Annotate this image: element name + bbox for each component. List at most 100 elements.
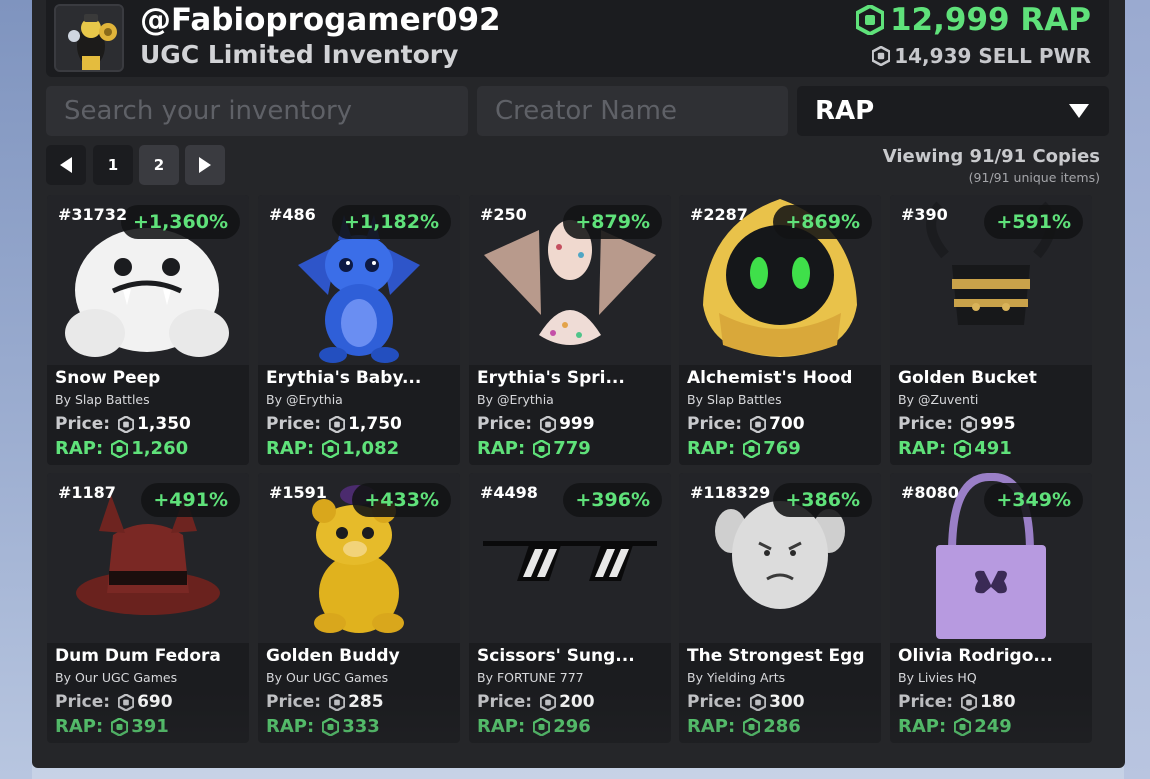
item-card[interactable]: #4498 +396% Scissors' Sung... By FORTUNE… bbox=[469, 473, 671, 743]
price-label: Price: bbox=[266, 692, 322, 712]
previous-page-button[interactable] bbox=[46, 145, 86, 185]
robux-icon bbox=[540, 693, 557, 711]
robux-icon bbox=[322, 717, 340, 736]
item-serial: #486 bbox=[269, 205, 316, 224]
item-serial: #118329 bbox=[690, 483, 771, 502]
rap-value: 491 bbox=[974, 438, 1012, 459]
price-value: 1,350 bbox=[137, 414, 191, 434]
robux-icon bbox=[743, 717, 761, 736]
item-rap: RAP: 1,260 bbox=[55, 438, 188, 459]
item-name: Erythia's Baby... bbox=[266, 368, 422, 388]
robux-icon bbox=[111, 439, 129, 458]
item-card[interactable]: #1591 +433% Golden Buddy By Our UGC Game… bbox=[258, 473, 460, 743]
item-name: Golden Buddy bbox=[266, 646, 400, 666]
item-name: Olivia Rodrigo... bbox=[898, 646, 1053, 666]
item-card[interactable]: #31732 +1,360% Snow Peep By Slap Battles… bbox=[47, 195, 249, 465]
item-creator: By Our UGC Games bbox=[266, 670, 389, 685]
item-card[interactable]: #8080 +349% Olivia Rodrigo... By Livies … bbox=[890, 473, 1092, 743]
avatar[interactable] bbox=[54, 4, 124, 72]
item-price: Price: 1,750 bbox=[266, 414, 402, 434]
price-value: 995 bbox=[980, 414, 1016, 434]
rap-label: RAP: bbox=[898, 438, 947, 459]
item-creator: By Yielding Arts bbox=[687, 670, 786, 685]
item-rap: RAP: 1,082 bbox=[266, 438, 399, 459]
item-card[interactable]: #250 +879% Erythia's Spri... By @Erythia… bbox=[469, 195, 671, 465]
rap-label: RAP: bbox=[477, 716, 526, 737]
item-creator: By FORTUNE 777 bbox=[477, 670, 584, 685]
background-right bbox=[1124, 0, 1150, 779]
item-name: Golden Bucket bbox=[898, 368, 1037, 388]
background-left bbox=[0, 0, 32, 779]
item-creator: By Our UGC Games bbox=[55, 670, 178, 685]
item-rap: RAP: 249 bbox=[898, 716, 1012, 737]
inventory-header: @Fabioprogamer092 UGC Limited Inventory … bbox=[46, 0, 1109, 77]
item-creator: By @Erythia bbox=[477, 392, 554, 407]
item-serial: #8080 bbox=[901, 483, 959, 502]
item-card[interactable]: #2287 +869% Alchemist's Hood By Slap Bat… bbox=[679, 195, 881, 465]
item-name: Scissors' Sung... bbox=[477, 646, 635, 666]
robux-icon bbox=[533, 439, 551, 458]
item-serial: #1591 bbox=[269, 483, 327, 502]
rap-total-value: 12,999 RAP bbox=[889, 2, 1091, 38]
page-2-button[interactable]: 2 bbox=[139, 145, 179, 185]
item-creator: By @Zuventi bbox=[898, 392, 979, 407]
rap-change-badge: +1,360% bbox=[120, 205, 240, 239]
search-input[interactable] bbox=[46, 86, 468, 136]
item-card[interactable]: #390 +591% Golden Bucket By @Zuventi Pri… bbox=[890, 195, 1092, 465]
item-rap: RAP: 779 bbox=[477, 438, 591, 459]
price-label: Price: bbox=[266, 414, 322, 434]
creator-name-input[interactable] bbox=[477, 86, 788, 136]
item-card[interactable]: #486 +1,182% Erythia's Baby... By @Eryth… bbox=[258, 195, 460, 465]
item-price: Price: 180 bbox=[898, 692, 1016, 712]
robux-icon bbox=[322, 439, 340, 458]
price-value: 690 bbox=[137, 692, 173, 712]
rap-value: 779 bbox=[553, 438, 591, 459]
item-serial: #4498 bbox=[480, 483, 538, 502]
rap-value: 333 bbox=[342, 716, 380, 737]
item-creator: By Slap Battles bbox=[687, 392, 782, 407]
rap-label: RAP: bbox=[687, 438, 736, 459]
price-label: Price: bbox=[55, 692, 111, 712]
item-price: Price: 285 bbox=[266, 692, 384, 712]
sort-dropdown[interactable]: RAP bbox=[797, 86, 1109, 136]
rap-value: 296 bbox=[553, 716, 591, 737]
item-card[interactable]: #118329 +386% The Strongest Egg By Yield… bbox=[679, 473, 881, 743]
inventory-subtitle: UGC Limited Inventory bbox=[140, 40, 459, 69]
item-name: Erythia's Spri... bbox=[477, 368, 625, 388]
rap-label: RAP: bbox=[477, 438, 526, 459]
robux-icon bbox=[533, 717, 551, 736]
next-page-button[interactable] bbox=[185, 145, 225, 185]
unique-count: (91/91 unique items) bbox=[968, 170, 1100, 185]
rap-value: 391 bbox=[131, 716, 169, 737]
item-card[interactable]: #1187 +491% Dum Dum Fedora By Our UGC Ga… bbox=[47, 473, 249, 743]
robux-icon bbox=[329, 693, 346, 711]
rap-change-badge: +491% bbox=[141, 483, 240, 517]
rap-total: 12,999 RAP bbox=[855, 2, 1091, 38]
rap-change-badge: +386% bbox=[773, 483, 872, 517]
robux-icon bbox=[118, 415, 135, 433]
price-label: Price: bbox=[687, 414, 743, 434]
rap-value: 769 bbox=[763, 438, 801, 459]
price-label: Price: bbox=[898, 692, 954, 712]
rap-value: 1,260 bbox=[131, 438, 189, 459]
item-rap: RAP: 296 bbox=[477, 716, 591, 737]
rap-label: RAP: bbox=[687, 716, 736, 737]
item-creator: By Livies HQ bbox=[898, 670, 977, 685]
robux-icon bbox=[855, 5, 884, 35]
item-price: Price: 700 bbox=[687, 414, 805, 434]
robux-icon bbox=[961, 415, 978, 433]
robux-icon bbox=[329, 415, 346, 433]
page-1-button[interactable]: 1 bbox=[93, 145, 133, 185]
rap-label: RAP: bbox=[898, 716, 947, 737]
sort-value: RAP bbox=[815, 96, 875, 126]
item-name: Snow Peep bbox=[55, 368, 161, 388]
item-rap: RAP: 391 bbox=[55, 716, 169, 737]
item-price: Price: 690 bbox=[55, 692, 173, 712]
price-value: 999 bbox=[559, 414, 595, 434]
arrow-right-icon bbox=[199, 157, 211, 173]
item-rap: RAP: 769 bbox=[687, 438, 801, 459]
rap-label: RAP: bbox=[55, 438, 104, 459]
rap-change-badge: +591% bbox=[984, 205, 1083, 239]
item-name: The Strongest Egg bbox=[687, 646, 865, 666]
rap-label: RAP: bbox=[55, 716, 104, 737]
